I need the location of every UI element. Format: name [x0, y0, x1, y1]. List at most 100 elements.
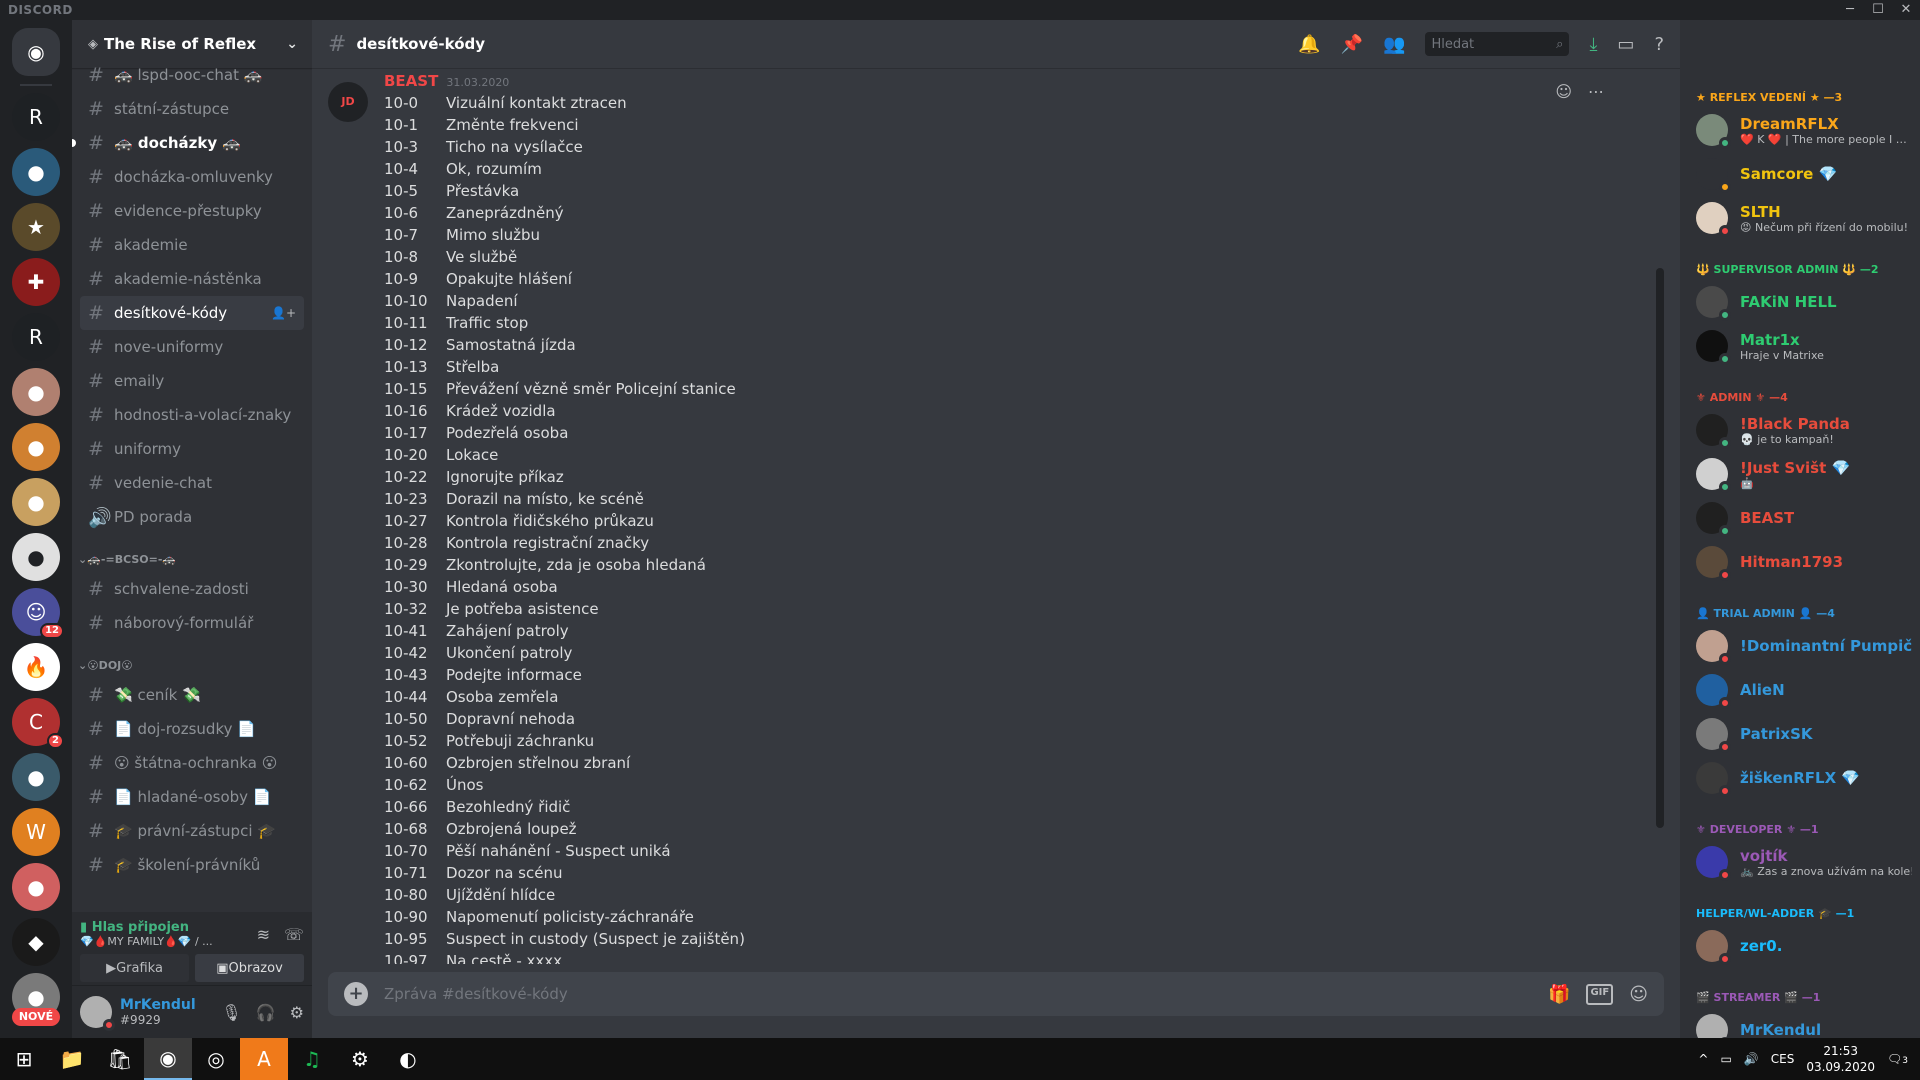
start-icon[interactable]: ⊞: [0, 1038, 48, 1080]
member-item[interactable]: !Just Svišt 💎 🤖: [1680, 452, 1920, 496]
maximize-icon[interactable]: ☐: [1864, 0, 1892, 20]
server-orange-w[interactable]: W: [12, 808, 60, 856]
scrollbar[interactable]: [1656, 268, 1664, 828]
message-input[interactable]: Zpráva #desítkové-kódy: [384, 985, 1548, 1003]
channel-item[interactable]: # emaily: [80, 364, 304, 398]
avatar[interactable]: [1696, 674, 1731, 709]
search-input[interactable]: Hledat ⌕: [1425, 32, 1570, 56]
member-item[interactable]: AlieN: [1680, 668, 1920, 712]
message-author[interactable]: BEAST: [384, 72, 438, 90]
avatar[interactable]: [1696, 202, 1731, 237]
server-reflex-roleplay[interactable]: R: [12, 93, 60, 141]
channel-item[interactable]: # 🚓 lspd-ooc-chat 🚓: [80, 58, 304, 92]
avatar[interactable]: [1696, 718, 1731, 753]
store-icon[interactable]: 🛍: [96, 1038, 144, 1080]
server-city[interactable]: ●: [12, 753, 60, 801]
member-item[interactable]: DreamRFLX ❤️ K ❤️ | The more people I m..…: [1680, 108, 1920, 152]
file-explorer-icon[interactable]: 📁: [48, 1038, 96, 1080]
channel-item[interactable]: # hodnosti-a-volací-znaky: [80, 398, 304, 432]
member-item[interactable]: Samcore 💎: [1680, 152, 1920, 196]
channel-item[interactable]: # evidence-přestupky: [80, 194, 304, 228]
members-icon[interactable]: 👥: [1383, 34, 1405, 55]
pin-icon[interactable]: 📌: [1341, 34, 1363, 55]
member-item[interactable]: BEAST: [1680, 496, 1920, 540]
avatar[interactable]: [1696, 630, 1731, 665]
channel-item[interactable]: # akademie: [80, 228, 304, 262]
tray-chevron-icon[interactable]: ^: [1698, 1052, 1708, 1066]
member-item[interactable]: Hitman1793: [1680, 540, 1920, 584]
more-options-icon[interactable]: ⋯: [1588, 82, 1604, 101]
avatar[interactable]: [1696, 458, 1731, 493]
inbox-icon[interactable]: ▭: [1617, 34, 1634, 55]
server-doge[interactable]: ●: [12, 478, 60, 526]
channel-item[interactable]: # vedenie-chat: [80, 466, 304, 500]
channel-item[interactable]: # 📄 doj-rozsudky 📄: [80, 712, 304, 746]
server-earth[interactable]: ●: [12, 148, 60, 196]
avatar[interactable]: [1696, 286, 1731, 321]
member-item[interactable]: žiškenRFLX 💎: [1680, 756, 1920, 800]
channel-item[interactable]: # 😮 štátna-ochranka 😮: [80, 746, 304, 780]
close-icon[interactable]: ✕: [1892, 0, 1920, 20]
member-item[interactable]: !Dominantní Pumpič 💎: [1680, 624, 1920, 668]
help-icon[interactable]: ?: [1654, 34, 1664, 55]
server-dog[interactable]: ●: [12, 533, 60, 581]
channel-active[interactable]: # desítkové-kódy 👤+: [80, 296, 304, 330]
channel-item[interactable]: # 🎓 školení-právníků: [80, 848, 304, 882]
network-icon[interactable]: ▭: [1720, 1052, 1731, 1066]
attach-plus-icon[interactable]: +: [344, 982, 368, 1006]
minimize-icon[interactable]: ─: [1836, 0, 1864, 20]
steam-icon[interactable]: ◐: [384, 1038, 432, 1080]
channel-item[interactable]: 🔊 PD porada: [80, 500, 304, 534]
disconnect-icon[interactable]: ☏: [284, 925, 304, 944]
avast-icon[interactable]: A: [240, 1038, 288, 1080]
language-indicator[interactable]: CES: [1771, 1052, 1795, 1066]
channel-item[interactable]: # schvalene-zadosti: [80, 572, 304, 606]
server-pizza[interactable]: ●: [12, 368, 60, 416]
member-item[interactable]: PatrixSK: [1680, 712, 1920, 756]
avatar[interactable]: [1696, 158, 1731, 193]
avatar[interactable]: [1696, 846, 1731, 881]
voice-channel-name[interactable]: 💎🩸MY FAMILY🩸💎 / ...: [80, 935, 213, 948]
member-item[interactable]: zer0.: [1680, 924, 1920, 968]
server-reflex-roleplay-2[interactable]: R: [12, 313, 60, 361]
server-diamond[interactable]: ◆: [12, 918, 60, 966]
avatar[interactable]: [80, 996, 115, 1031]
avatar[interactable]: [1696, 114, 1731, 149]
channel-item[interactable]: # 🎓 právní-zástupci 🎓: [80, 814, 304, 848]
channel-item[interactable]: # docházka-omluvenky: [80, 160, 304, 194]
emoji-icon[interactable]: ☺: [1629, 984, 1648, 1005]
avatar[interactable]: [1696, 1014, 1731, 1038]
add-reaction-icon[interactable]: ☺: [1555, 82, 1572, 101]
discord-icon[interactable]: ◉: [144, 1038, 192, 1080]
member-item[interactable]: !Black Panda 💀 je to kampaň!: [1680, 408, 1920, 452]
server-group[interactable]: ☺ 12: [12, 588, 64, 639]
avatar[interactable]: [1696, 762, 1731, 797]
clock[interactable]: 21:53 03.09.2020: [1806, 1043, 1875, 1075]
download-icon[interactable]: ⤓: [1589, 34, 1597, 55]
channel-item[interactable]: # akademie-nástěnka: [80, 262, 304, 296]
server-discord-home[interactable]: ◉: [12, 28, 60, 76]
avatar[interactable]: [1696, 330, 1731, 365]
server-sheriff-star[interactable]: ★: [12, 203, 60, 251]
microphone-icon[interactable]: 🎙: [221, 1003, 241, 1022]
server-colorful[interactable]: ●: [12, 423, 60, 471]
channel-category[interactable]: ⌄ 😮DOJ😮: [72, 640, 312, 678]
server-fire[interactable]: 🔥: [12, 643, 60, 691]
gif-button[interactable]: GIF: [1586, 983, 1614, 1005]
channel-item[interactable]: # náborový-formulář: [80, 606, 304, 640]
headphones-icon[interactable]: 🎧: [256, 1003, 276, 1022]
gift-icon[interactable]: 🎁: [1548, 984, 1570, 1005]
channel-item[interactable]: # nove-uniformy: [80, 330, 304, 364]
channel-item[interactable]: # 📄 hladané-osoby 📄: [80, 780, 304, 814]
server-sunset[interactable]: ●: [12, 863, 60, 911]
member-item[interactable]: vojtík 🚲 Zas a znova užívám na kole!: [1680, 840, 1920, 884]
volume-icon[interactable]: 🔊: [1744, 1052, 1759, 1066]
screen-share-button[interactable]: ▣ Obrazov: [195, 954, 304, 982]
channel-item[interactable]: # 💸 ceník 💸: [80, 678, 304, 712]
avatar[interactable]: [1696, 414, 1731, 449]
avatar[interactable]: JD: [328, 82, 368, 122]
channel-item[interactable]: # 🚓 docházky 🚓: [72, 126, 304, 160]
server-fire-dept[interactable]: ✚: [12, 258, 60, 306]
avatar[interactable]: [1696, 930, 1731, 965]
channel-item[interactable]: # státní-zástupce: [80, 92, 304, 126]
